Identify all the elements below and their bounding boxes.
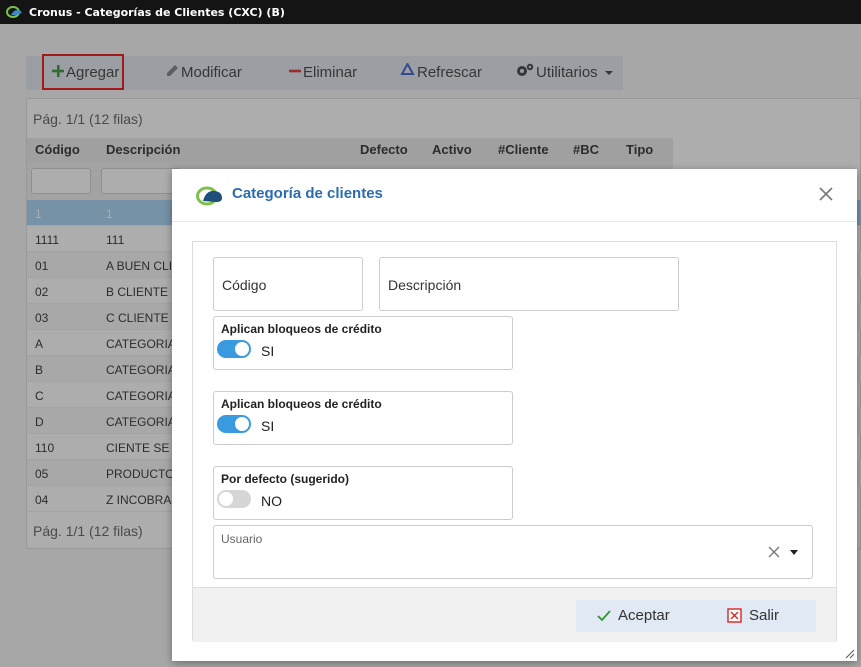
user-select-label: Usuario xyxy=(221,532,263,546)
default-switch-group: Por defecto (sugerido) NO xyxy=(213,466,513,520)
switch-value: NO xyxy=(261,493,282,509)
switch-value: SI xyxy=(261,343,275,359)
code-field-label: Código xyxy=(222,277,267,293)
dialog-footer: Aceptar Salir xyxy=(193,587,836,642)
title-bar: Cronus - Categorías de Clientes (CXC) (B… xyxy=(0,0,861,24)
code-field[interactable]: Código xyxy=(213,257,363,311)
default-toggle[interactable] xyxy=(217,490,251,508)
credit-block-toggle-2[interactable] xyxy=(217,415,251,433)
dialog-body: Código Descripción Aplican bloqueos de c… xyxy=(192,241,837,642)
dialog-title: Categoría de clientes xyxy=(232,185,383,202)
exit-button-label: Salir xyxy=(749,607,780,624)
caret-down-icon[interactable] xyxy=(790,550,798,555)
credit-block-toggle[interactable] xyxy=(217,340,251,358)
credit-block-switch-group: Aplican bloqueos de crédito SI xyxy=(213,316,513,370)
resize-handle-icon[interactable] xyxy=(845,649,855,659)
close-icon[interactable] xyxy=(818,186,834,202)
clear-icon[interactable] xyxy=(768,546,780,558)
close-box-icon xyxy=(727,608,742,623)
dialog-header: Categoría de clientes xyxy=(172,169,857,222)
description-field-label: Descripción xyxy=(388,277,462,293)
app-logo-icon xyxy=(6,6,22,18)
user-select[interactable]: Usuario xyxy=(213,525,813,579)
description-field[interactable]: Descripción xyxy=(379,257,679,311)
switch-label: Por defecto (sugerido) xyxy=(221,472,350,486)
switch-label: Aplican bloqueos de crédito xyxy=(221,397,382,411)
credit-block-switch-group-2: Aplican bloqueos de crédito SI xyxy=(213,391,513,445)
toggle-knob xyxy=(235,417,249,431)
switch-value: SI xyxy=(261,418,275,434)
category-dialog: Categoría de clientes Código Descripción… xyxy=(172,169,857,661)
check-icon xyxy=(597,610,611,622)
toggle-knob xyxy=(235,342,249,356)
switch-label: Aplican bloqueos de crédito xyxy=(221,322,382,336)
accept-button[interactable]: Aceptar xyxy=(576,600,702,632)
accept-button-label: Aceptar xyxy=(618,607,670,624)
window-title: Cronus - Categorías de Clientes (CXC) (B… xyxy=(29,6,285,19)
app-logo-icon xyxy=(196,186,222,206)
toggle-knob xyxy=(219,492,233,506)
exit-button[interactable]: Salir xyxy=(702,600,816,632)
